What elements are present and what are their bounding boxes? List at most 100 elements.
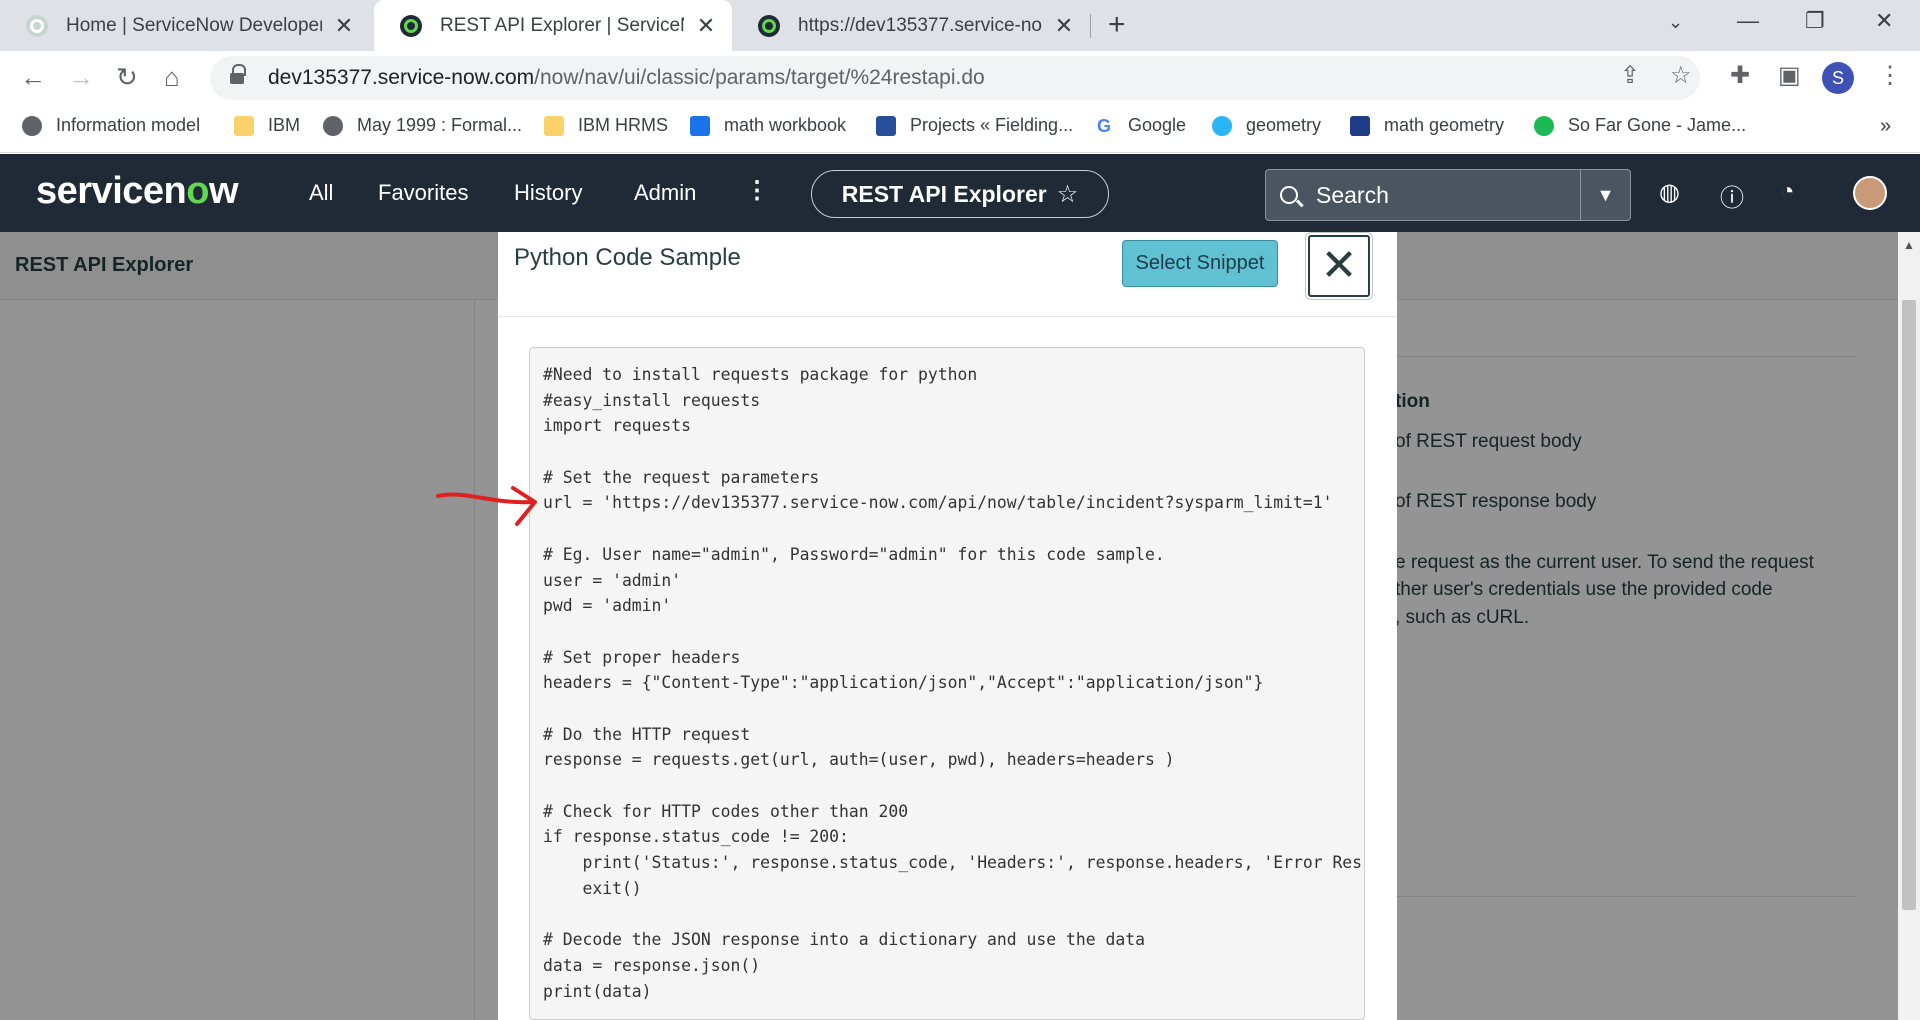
- more-bookmarks-button[interactable]: »: [1880, 115, 1891, 138]
- page-scrollbar[interactable]: ▲: [1898, 232, 1920, 1020]
- bookmark-ibm[interactable]: IBM: [234, 115, 300, 136]
- code-line: user = 'admin': [543, 570, 682, 590]
- context-pill-label: REST API Explorer: [841, 180, 1047, 207]
- code-line: print('Status:', response.status_code, '…: [543, 853, 1363, 873]
- home-icon[interactable]: ⌂: [164, 61, 180, 93]
- close-tab-icon[interactable]: ✕: [694, 13, 718, 39]
- servicenow-favicon: [26, 14, 48, 37]
- math-geometry-icon: [1350, 115, 1370, 136]
- bookmark-label: math workbook: [724, 115, 847, 135]
- nav-history[interactable]: History: [514, 180, 582, 206]
- tab-divider: [1090, 14, 1091, 38]
- extensions-icon[interactable]: ✚: [1730, 61, 1750, 90]
- globe-icon[interactable]: ◍: [1659, 178, 1680, 207]
- code-sample-box[interactable]: #Need to install requests package for py…: [529, 347, 1365, 1020]
- geometry-icon: [1212, 115, 1232, 136]
- bookmark-so-far-gone[interactable]: So Far Gone - Jame...: [1534, 115, 1746, 136]
- close-icon: ✕: [1320, 241, 1358, 290]
- minimize-icon[interactable]: —: [1737, 8, 1759, 34]
- bookmarks-bar: Information model IBM May 1999 : Formal.…: [0, 105, 1920, 153]
- close-tab-icon[interactable]: ✕: [1052, 13, 1076, 39]
- tab-rest-api-explorer[interactable]: REST API Explorer | ServiceNow ✕: [374, 0, 732, 51]
- close-modal-button[interactable]: ✕: [1308, 235, 1370, 297]
- select-snippet-button[interactable]: Select Snippet: [1122, 240, 1278, 287]
- bookmark-projects-fielding[interactable]: Projects « Fielding...: [876, 115, 1073, 136]
- lock-icon[interactable]: [230, 64, 246, 86]
- more-menu-icon[interactable]: ⋮: [745, 176, 769, 205]
- servicenow-header: servicenow All Favorites History Admin ⋮…: [0, 154, 1920, 232]
- scrollbar-thumb[interactable]: [1902, 300, 1916, 910]
- user-avatar[interactable]: [1853, 176, 1887, 210]
- spotify-icon: [1534, 115, 1554, 136]
- url-text[interactable]: dev135377.service-now.com/now/nav/ui/cla…: [268, 66, 985, 90]
- python-code-sample-modal: Python Code Sample Select Snippet ✕ #Nee…: [498, 232, 1397, 1020]
- close-tab-icon[interactable]: ✕: [332, 13, 356, 39]
- close-window-icon[interactable]: ✕: [1875, 8, 1893, 34]
- tab-servicenow-developers[interactable]: Home | ServiceNow Developers ✕: [0, 0, 370, 51]
- tab-title: REST API Explorer | ServiceNow: [440, 14, 684, 36]
- servicenow-favicon: [758, 14, 780, 37]
- bookmark-information-model[interactable]: Information model: [22, 115, 200, 136]
- new-tab-button[interactable]: +: [1108, 8, 1126, 42]
- bookmark-label: IBM: [268, 115, 301, 135]
- notifications-bell-icon[interactable]: ◔: [1780, 178, 1795, 206]
- servicenow-favicon: [400, 14, 422, 37]
- code-line: # Do the HTTP request: [543, 724, 751, 744]
- tab-search-chevron-icon[interactable]: ⌄: [1668, 12, 1683, 33]
- code-line: # Check for HTTP codes other than 200: [543, 801, 909, 821]
- code-line: url = 'https://dev135377.service-now.com…: [543, 493, 1333, 513]
- red-annotation-arrow: [436, 486, 537, 526]
- folder-icon: [234, 115, 254, 136]
- restore-icon[interactable]: ❐: [1805, 8, 1825, 34]
- folder-icon: [544, 115, 564, 136]
- address-bar[interactable]: dev135377.service-now.com/now/nav/ui/cla…: [210, 56, 1700, 100]
- browser-menu-icon[interactable]: ⋮: [1878, 61, 1902, 90]
- bookmark-label: So Far Gone - Jame...: [1568, 115, 1747, 135]
- tab-title: https://dev135377.service-now.co: [798, 14, 1042, 36]
- bookmark-google[interactable]: G Google: [1094, 115, 1186, 136]
- share-icon[interactable]: ⇪: [1620, 61, 1640, 90]
- bookmark-label: geometry: [1246, 115, 1322, 135]
- bookmark-label: IBM HRMS: [578, 115, 668, 135]
- search-input[interactable]: Search: [1316, 182, 1580, 209]
- bookmark-may-1999[interactable]: May 1999 : Formal...: [323, 115, 522, 136]
- browser-toolbar: ← → ↻ ⌂ dev135377.service-now.com/now/na…: [0, 51, 1920, 105]
- search-icon: [1280, 186, 1298, 204]
- servicenow-logo[interactable]: servicenow: [36, 170, 239, 213]
- search-scope-dropdown-icon[interactable]: ▼: [1580, 170, 1630, 220]
- scroll-up-arrow-icon[interactable]: ▲: [1903, 238, 1915, 252]
- code-line: print(data): [543, 981, 652, 1001]
- tab-dev-instance[interactable]: https://dev135377.service-now.co ✕: [732, 0, 1090, 51]
- side-panel-icon[interactable]: ▣: [1778, 61, 1801, 90]
- help-icon[interactable]: ⓘ: [1720, 178, 1744, 213]
- modal-header-divider: [498, 316, 1397, 317]
- context-pill[interactable]: REST API Explorer ☆: [811, 170, 1109, 218]
- nav-admin[interactable]: Admin: [634, 180, 696, 206]
- bookmark-star-icon[interactable]: ☆: [1670, 61, 1692, 90]
- code-line: exit(): [543, 878, 642, 898]
- profile-avatar[interactable]: S: [1822, 62, 1854, 94]
- code-line: #easy_install requests: [543, 390, 761, 410]
- reload-icon[interactable]: ↻: [116, 61, 138, 93]
- bookmark-geometry[interactable]: geometry: [1212, 115, 1321, 136]
- nav-favorites[interactable]: Favorites: [378, 180, 468, 206]
- bookmark-ibm-hrms[interactable]: IBM HRMS: [544, 115, 668, 136]
- tab-title: Home | ServiceNow Developers: [66, 14, 322, 36]
- bookmark-label: May 1999 : Formal...: [357, 115, 523, 135]
- bookmark-math-geometry[interactable]: math geometry: [1350, 115, 1504, 136]
- favorite-star-icon[interactable]: ☆: [1057, 180, 1079, 209]
- back-arrow-icon[interactable]: ←: [20, 61, 46, 93]
- bookmark-label: Google: [1128, 115, 1187, 135]
- globe-icon: [22, 115, 42, 136]
- code-sample: #Need to install requests package for py…: [543, 362, 1362, 1004]
- nav-all[interactable]: All: [309, 180, 333, 206]
- bookmark-label: math geometry: [1384, 115, 1505, 135]
- bookmark-math-workbook[interactable]: math workbook: [690, 115, 846, 136]
- forward-arrow-icon[interactable]: →: [68, 61, 94, 93]
- global-search[interactable]: Search ▼: [1265, 169, 1631, 221]
- bookmark-label: Projects « Fielding...: [910, 115, 1074, 135]
- code-line: # Set proper headers: [543, 647, 741, 667]
